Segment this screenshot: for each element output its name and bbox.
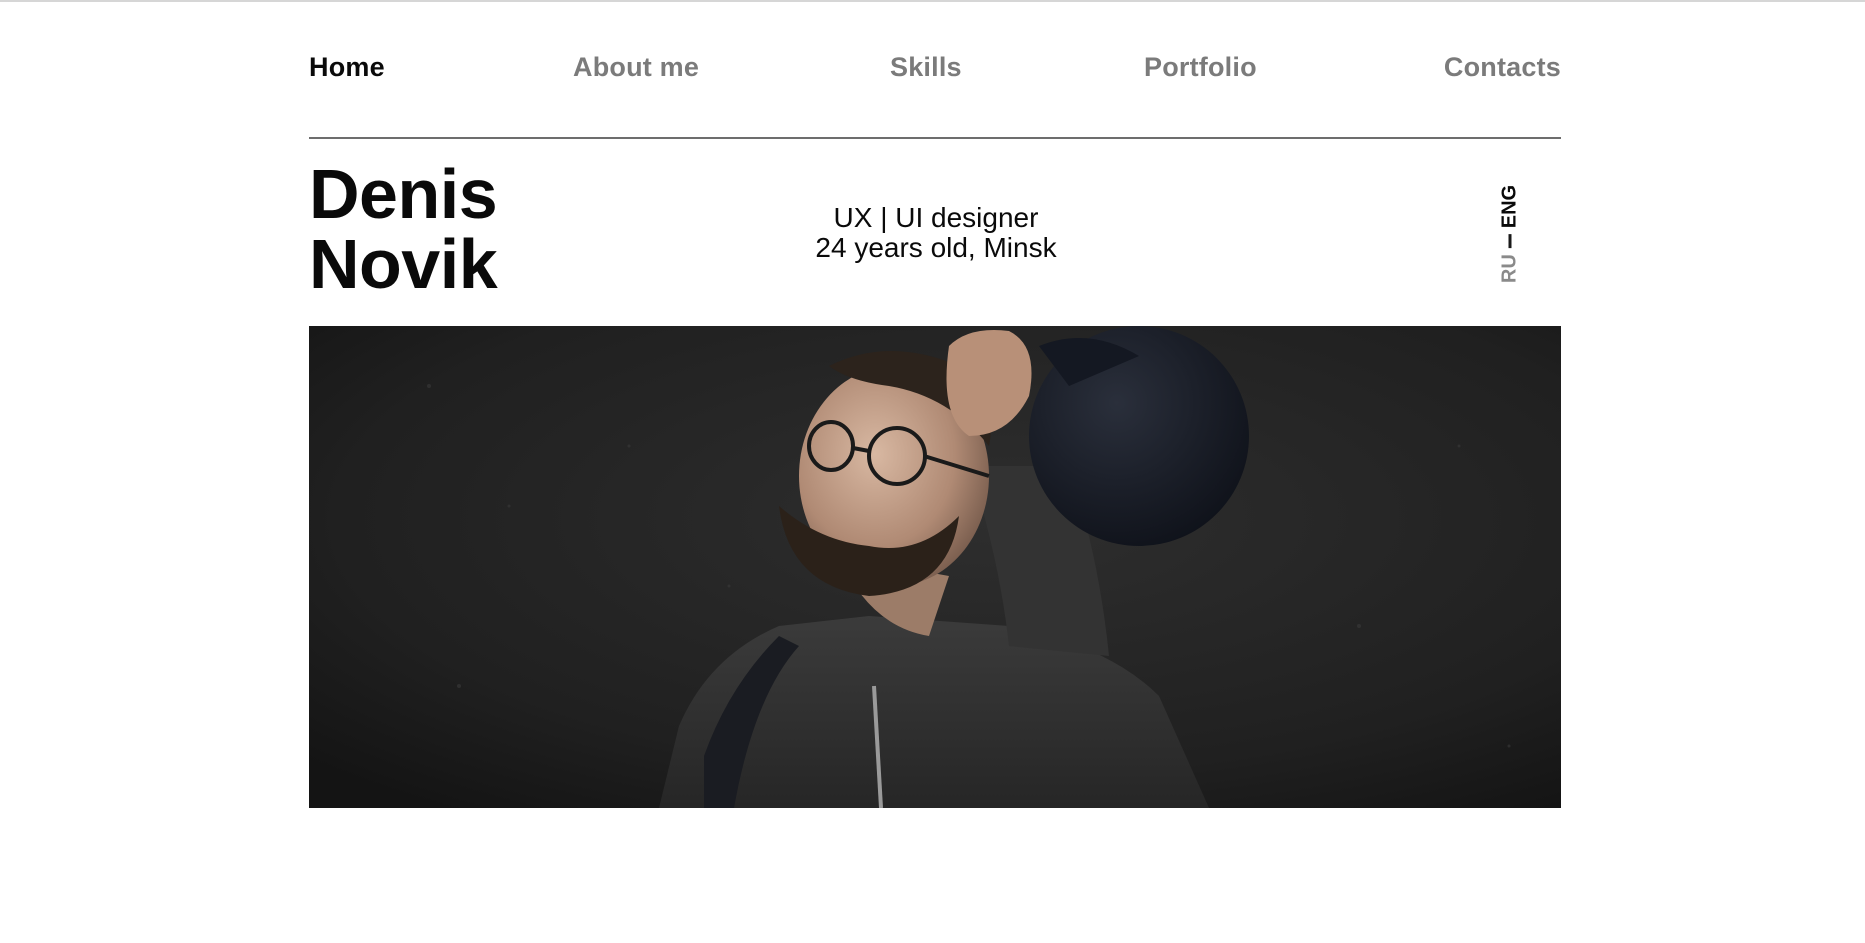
nav-divider (309, 137, 1561, 139)
tagline: UX | UI designer 24 years old, Minsk (736, 203, 1136, 263)
lang-ru-button[interactable]: RU (1499, 254, 1522, 283)
first-name: Denis (309, 155, 498, 233)
role-text: UX | UI designer (833, 202, 1039, 233)
nav-contacts[interactable]: Contacts (1444, 52, 1561, 83)
lang-separator (1508, 234, 1512, 249)
last-name: Novik (309, 225, 498, 303)
lang-eng-button[interactable]: ENG (1499, 185, 1522, 228)
page-title: Denis Novik (309, 155, 498, 303)
nav-about-me[interactable]: About me (573, 52, 699, 83)
details-text: 24 years old, Minsk (815, 232, 1057, 263)
nav-skills[interactable]: Skills (890, 52, 962, 83)
language-switcher: RU ENG (1495, 185, 1525, 283)
top-border (0, 0, 1865, 2)
portrait-photo (309, 326, 1561, 808)
main-nav: Home About me Skills Portfolio Contacts (309, 52, 1561, 92)
nav-home[interactable]: Home (309, 52, 385, 83)
nav-portfolio[interactable]: Portfolio (1144, 52, 1257, 83)
